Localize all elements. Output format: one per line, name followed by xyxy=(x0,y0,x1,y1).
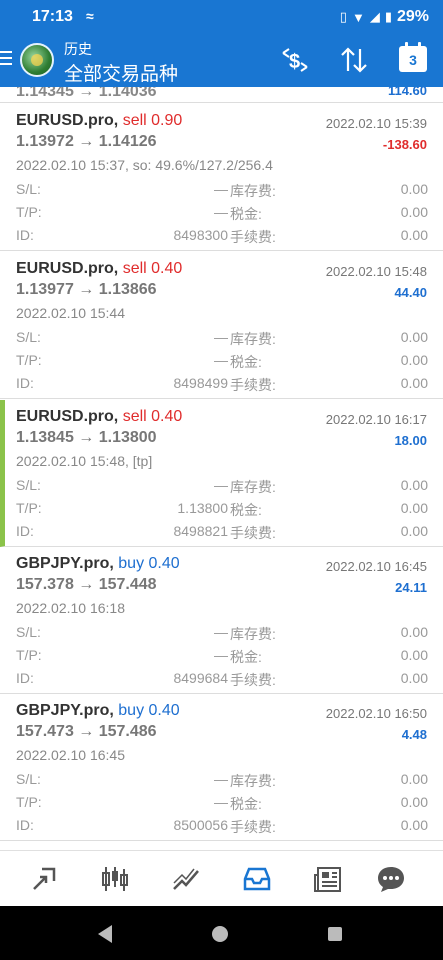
trade-symbol: GBPJPY.pro, buy 0.40 xyxy=(16,702,180,719)
tp-row: T/P: — 税金: 0.00 xyxy=(16,647,428,665)
trade-profit: 114.60 xyxy=(387,87,427,98)
battery-level: 29% xyxy=(396,8,429,25)
page-subtitle: 历史 xyxy=(64,41,92,57)
currency-exchange-icon: $ xyxy=(282,48,308,73)
trade-symbol: EURUSD.pro, sell 0.40 xyxy=(16,260,183,277)
trade-symbol: EURUSD.pro, sell 0.40 xyxy=(16,408,183,425)
trade-direction: buy 0.40 xyxy=(118,702,180,719)
trade-prices: 1.13977 → 1.13866 xyxy=(16,281,157,298)
chat-icon[interactable] xyxy=(375,863,407,895)
id-row: ID: 8499684 手续费: 0.00 xyxy=(16,670,428,688)
open-info: 2022.02.10 15:48, [tp] xyxy=(16,453,153,469)
tp-row: T/P: 1.13800 税金: 0.00 xyxy=(16,500,428,518)
bottom-nav xyxy=(0,850,443,906)
page-title[interactable]: 全部交易品种 xyxy=(64,59,178,86)
trade-symbol: GBPJPY.pro, buy 0.40 xyxy=(16,555,180,572)
trade-symbol: EURUSD.pro, sell 0.90 xyxy=(16,112,183,129)
open-info: 2022.02.10 16:18 xyxy=(16,600,125,616)
battery-icon: ▮ xyxy=(384,9,392,24)
close-time: 2022.02.10 15:48 xyxy=(325,264,427,279)
open-info: 2022.02.10 16:45 xyxy=(16,747,125,763)
trade-prices: 1.14345 → 1.14036 xyxy=(16,87,157,100)
trade-profit: 24.11 xyxy=(395,580,427,595)
status-icons: ▯ ▼ ◢ ▮ 29% xyxy=(340,8,429,26)
close-time: 2022.02.10 16:50 xyxy=(325,706,427,721)
trade-card-selected[interactable]: EURUSD.pro, sell 0.40 1.13845 → 1.13800 … xyxy=(0,400,443,547)
trade-prices: 1.13972 → 1.14126 xyxy=(16,133,157,150)
trade-profit: 18.00 xyxy=(394,433,427,448)
id-row: ID: 8498300 手续费: 0.00 xyxy=(16,227,428,245)
sl-row: S/L: — 库存费: 0.00 xyxy=(16,329,428,347)
trade-profit: 4.48 xyxy=(401,727,427,742)
trade-card[interactable]: GBPJPY.pro, buy 0.40 157.473 → 157.486 2… xyxy=(0,694,443,841)
id-row: ID: 8498821 手续费: 0.00 xyxy=(16,523,428,541)
calendar-day: 3 xyxy=(409,52,417,68)
id-row: ID: 8498499 手续费: 0.00 xyxy=(16,375,428,393)
close-time: 2022.02.10 15:39 xyxy=(325,116,427,131)
trade-direction: sell 0.40 xyxy=(122,408,183,425)
back-icon[interactable] xyxy=(98,925,112,943)
sl-row: S/L: — 库存费: 0.00 xyxy=(16,624,428,642)
tp-row: T/P: — 税金: 0.00 xyxy=(16,204,428,222)
sl-row: S/L: — 库存费: 0.00 xyxy=(16,477,428,495)
sl-row: S/L: — 库存费: 0.00 xyxy=(16,181,428,199)
history-icon[interactable] xyxy=(241,863,273,895)
svg-text:$: $ xyxy=(289,51,300,73)
open-info: 2022.02.10 15:37, so: 49.6%/127.2/256.4 xyxy=(16,157,273,173)
trade-profit: 44.40 xyxy=(394,285,427,300)
recent-apps-icon[interactable] xyxy=(328,927,342,941)
trade-card[interactable]: EURUSD.pro, sell 0.90 1.13972 → 1.14126 … xyxy=(0,104,443,251)
open-info: 2022.02.10 15:44 xyxy=(16,305,125,321)
trade-card[interactable]: GBPJPY.pro, buy 0.40 157.378 → 157.448 2… xyxy=(0,547,443,694)
home-icon[interactable] xyxy=(212,926,228,942)
list-item-partial[interactable]: 1.14345 → 1.14036 114.60 xyxy=(0,87,443,103)
sort-icon xyxy=(341,47,367,73)
quotes-icon[interactable] xyxy=(28,863,60,895)
close-time: 2022.02.10 16:45 xyxy=(325,559,427,574)
chart-icon[interactable] xyxy=(99,863,131,895)
close-time: 2022.02.10 16:17 xyxy=(325,412,427,427)
sl-row: S/L: — 库存费: 0.00 xyxy=(16,771,428,789)
trade-direction: sell 0.40 xyxy=(122,260,183,277)
wifi-icon: ▼ xyxy=(351,9,365,25)
trade-direction: buy 0.40 xyxy=(118,555,180,572)
id-row: ID: 8500056 手续费: 0.00 xyxy=(16,817,428,835)
tp-row: T/P: — 税金: 0.00 xyxy=(16,352,428,370)
sort-button[interactable] xyxy=(338,45,370,75)
trade-direction: sell 0.90 xyxy=(122,112,183,129)
trade-prices: 157.473 → 157.486 xyxy=(16,723,157,740)
calendar-button[interactable]: 3 xyxy=(399,42,427,72)
trade-icon[interactable] xyxy=(170,863,202,895)
status-bar: 17:13 ≈ ▯ ▼ ◢ ▮ 29% xyxy=(0,0,443,33)
menu-icon[interactable] xyxy=(0,51,12,65)
vibrate-icon: ▯ xyxy=(339,9,347,24)
status-time: 17:13 xyxy=(32,8,73,25)
system-nav-bar xyxy=(0,906,443,960)
app-logo xyxy=(20,43,54,77)
trade-profit: -138.60 xyxy=(382,137,427,152)
currency-filter-button[interactable]: $ xyxy=(279,45,311,75)
app-header: 历史 全部交易品种 $ 3 xyxy=(0,33,443,87)
trade-card[interactable]: EURUSD.pro, sell 0.40 1.13977 → 1.13866 … xyxy=(0,252,443,399)
trade-prices: 157.378 → 157.448 xyxy=(16,576,157,593)
trade-prices: 1.13845 → 1.13800 xyxy=(16,429,157,446)
signal-icon: ◢ xyxy=(369,9,380,24)
tp-row: T/P: — 税金: 0.00 xyxy=(16,794,428,812)
news-icon[interactable] xyxy=(312,863,344,895)
notification-icon: ≈ xyxy=(86,8,94,24)
